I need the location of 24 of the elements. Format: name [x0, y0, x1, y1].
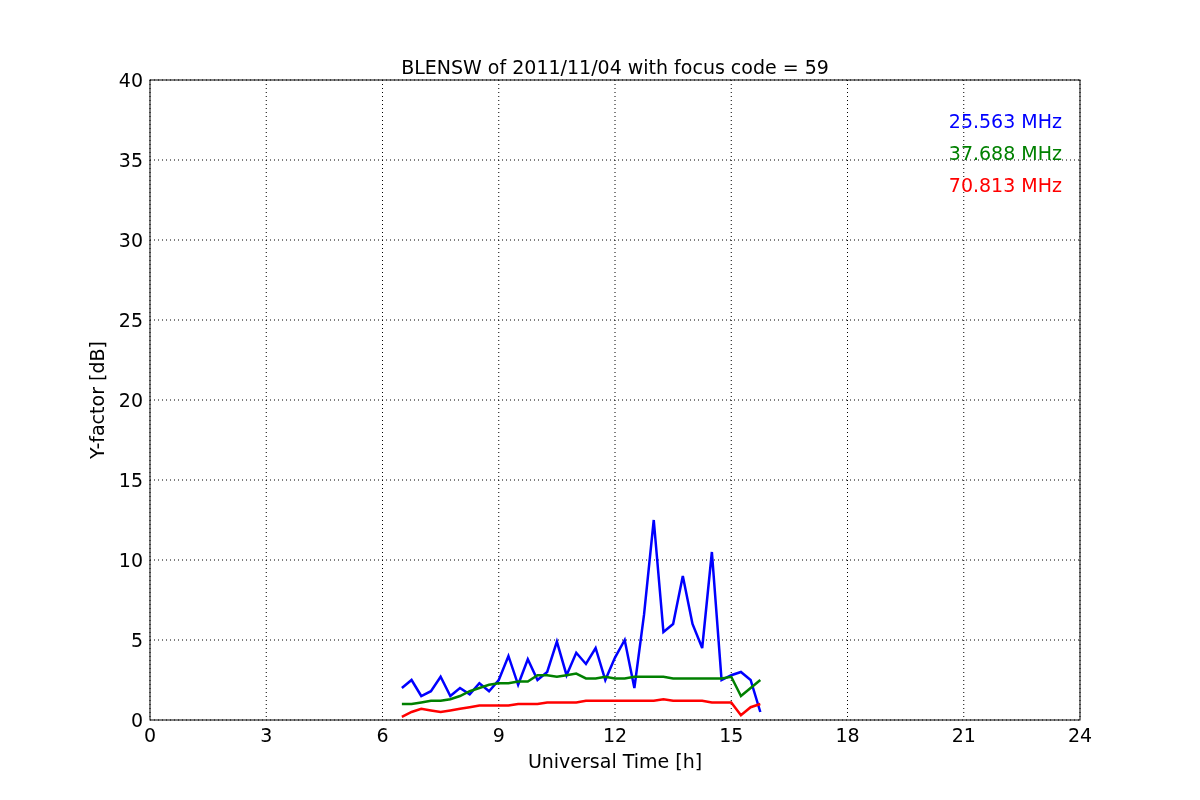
y-tick-label: 15: [118, 469, 143, 491]
y-tick-label: 10: [118, 549, 143, 571]
x-tick-label: 6: [376, 724, 389, 746]
y-tick-label: 5: [130, 629, 143, 651]
x-tick-label: 24: [1067, 724, 1093, 746]
x-tick-label: 3: [260, 724, 273, 746]
chart-title: BLENSW of 2011/11/04 with focus code = 59: [401, 56, 829, 78]
legend-label: 25.563 MHz: [948, 110, 1062, 132]
legend-label: 37.688 MHz: [948, 142, 1062, 164]
x-tick-label: 18: [835, 724, 860, 746]
x-axis-label: Universal Time [h]: [527, 750, 703, 772]
y-tick-label: 35: [118, 149, 143, 171]
legend-label: 70.813 MHz: [948, 174, 1062, 196]
y-tick-label: 0: [130, 709, 143, 731]
x-tick-label: 0: [143, 724, 157, 746]
y-axis-label: Y-factor [dB]: [86, 341, 108, 459]
x-tick-label: 9: [492, 724, 505, 746]
y-tick-label: 25: [118, 309, 143, 331]
y-tick-label: 40: [118, 69, 143, 91]
x-tick-label: 12: [602, 724, 628, 746]
x-tick-label: 21: [951, 724, 976, 746]
x-tick-label: 15: [719, 724, 744, 746]
y-tick-label: 20: [118, 389, 143, 411]
y-tick-label: 30: [118, 229, 143, 251]
